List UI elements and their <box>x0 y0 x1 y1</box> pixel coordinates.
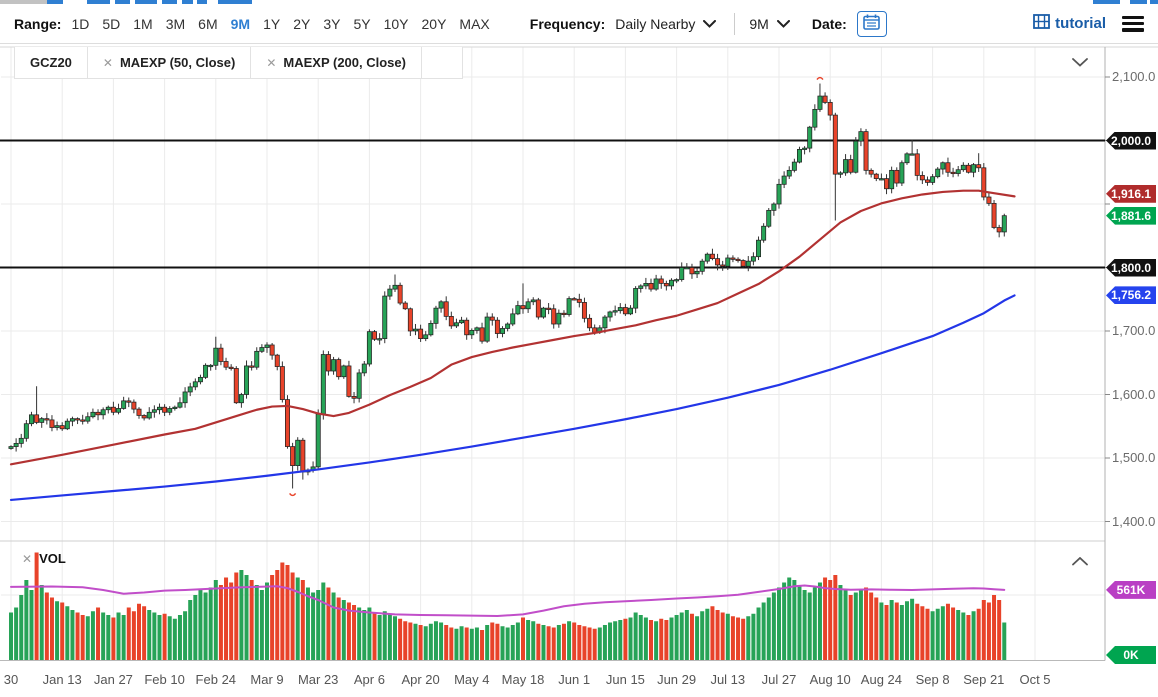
date-axis-label: Jul 13 <box>710 672 745 687</box>
ma200-value-badge: 1,756.2 <box>1106 286 1156 304</box>
hline-value-badge: 1,800.0 <box>1106 259 1156 277</box>
volume-value-badge: 0K <box>1106 646 1156 664</box>
price-axis-label: 1,500.0 <box>1112 450 1155 465</box>
symbol-label: GCZ20 <box>30 55 72 70</box>
volume-ma-badge: 561K <box>1106 581 1156 599</box>
remove-volume-icon[interactable]: ✕ <box>22 552 32 566</box>
date-axis-label: May 4 <box>454 672 489 687</box>
date-axis-label: Jun 29 <box>657 672 696 687</box>
hline-value-badge: 2,000.0 <box>1106 132 1156 150</box>
date-axis-label: Jun 15 <box>606 672 645 687</box>
date-axis-label: Jun 1 <box>558 672 590 687</box>
price-axis-label: 1,700.0 <box>1112 323 1155 338</box>
ma50-value-badge: 1,916.1 <box>1106 185 1156 203</box>
date-axis-label: Aug 24 <box>861 672 902 687</box>
symbol-legend-item[interactable]: GCZ20 <box>15 47 88 78</box>
date-axis-label: Mar 23 <box>298 672 338 687</box>
chart-legend: GCZ20 ✕ MAEXP (50, Close) ✕ MAEXP (200, … <box>14 47 463 79</box>
price-axis-label: 1,600.0 <box>1112 387 1155 402</box>
date-axis-label: Oct 5 <box>1019 672 1050 687</box>
date-axis-label: Sep 8 <box>916 672 950 687</box>
date-axis-label: Jan 27 <box>94 672 133 687</box>
date-axis-label: Feb 24 <box>196 672 236 687</box>
remove-ma50-icon[interactable]: ✕ <box>103 56 113 70</box>
ma200-legend-item[interactable]: ✕ MAEXP (200, Close) <box>251 47 422 78</box>
date-axis-label: Aug 10 <box>810 672 851 687</box>
collapse-volume-pane-icon[interactable] <box>1072 553 1088 571</box>
date-axis-label: Mar 9 <box>250 672 283 687</box>
collapse-price-pane-icon[interactable] <box>1072 54 1088 72</box>
price-axis-label: 1,400.0 <box>1112 514 1155 529</box>
date-axis-label: 30 <box>4 672 18 687</box>
remove-ma200-icon[interactable]: ✕ <box>266 56 276 70</box>
volume-legend: ✕ VOL <box>22 551 66 566</box>
date-axis-label: Feb 10 <box>144 672 184 687</box>
ma200-label: MAEXP (200, Close) <box>283 55 406 70</box>
price-axis-label: 2,100.0 <box>1112 69 1155 84</box>
date-axis-label: Jan 13 <box>43 672 82 687</box>
volume-label: VOL <box>39 551 66 566</box>
date-axis-label: Jul 27 <box>762 672 797 687</box>
date-axis-label: Apr 6 <box>354 672 385 687</box>
price-chart-canvas[interactable] <box>0 0 1158 697</box>
date-axis-label: Sep 21 <box>963 672 1004 687</box>
date-axis-label: Apr 20 <box>401 672 439 687</box>
legend-spacer <box>422 47 463 78</box>
ma50-label: MAEXP (50, Close) <box>120 55 235 70</box>
last-price-badge: 1,881.6 <box>1106 207 1156 225</box>
ma50-legend-item[interactable]: ✕ MAEXP (50, Close) <box>88 47 251 78</box>
date-axis-label: May 18 <box>502 672 545 687</box>
